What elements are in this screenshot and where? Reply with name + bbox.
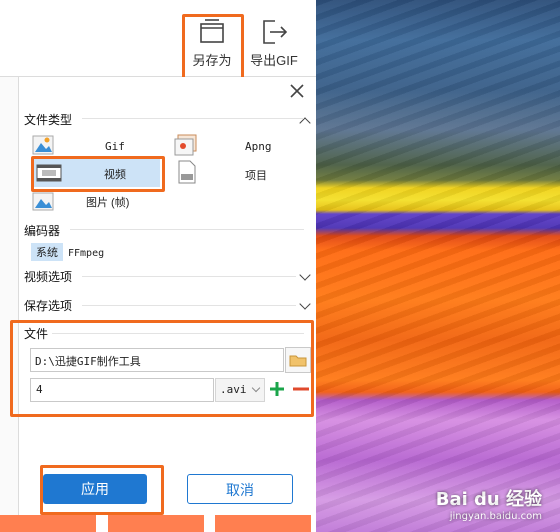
apply-highlight: [40, 465, 164, 515]
encoder-ffmpeg-label: FFmpeg: [68, 248, 105, 259]
file-type-apng-label: Apng: [245, 140, 272, 153]
cancel-button[interactable]: 取消: [187, 474, 293, 504]
plus-icon: [270, 382, 284, 396]
file-type-project-label: 项目: [245, 170, 267, 182]
file-title: 文件: [24, 327, 49, 341]
file-type-gif-label: Gif: [105, 140, 125, 153]
thumbnail[interactable]: [215, 515, 311, 532]
file-type-title: 文件类型: [24, 113, 73, 127]
extension-select[interactable]: .avi: [215, 378, 265, 402]
background-photo: Bai du 经验 jingyan.baidu.com: [316, 0, 560, 532]
export-gif-button[interactable]: 导出GIF: [246, 18, 302, 76]
file-type-apng[interactable]: Apng: [174, 134, 294, 158]
image-stack-icon: [174, 134, 197, 156]
close-button[interactable]: [288, 82, 306, 100]
encoder-ffmpeg[interactable]: FFmpeg: [68, 243, 112, 261]
divider: [52, 333, 304, 334]
path-input-value: D:\迅捷GIF制作工具: [35, 355, 141, 368]
encoder-system-label: 系统: [36, 247, 58, 259]
extension-select-value: .avi: [220, 383, 247, 396]
export-gif-label: 导出GIF: [250, 53, 298, 68]
chevron-down-icon: [251, 383, 261, 393]
add-button[interactable]: [268, 380, 286, 398]
browse-folder-button[interactable]: [285, 347, 311, 373]
export-icon: [263, 20, 288, 44]
encoder-system[interactable]: 系统: [31, 243, 63, 261]
close-icon: [290, 84, 304, 98]
path-input[interactable]: D:\迅捷GIF制作工具: [30, 348, 284, 372]
file-type-project[interactable]: 项目: [174, 160, 294, 186]
file-type-image-frames-label: 图片 (帧): [86, 197, 130, 209]
save-as-highlight: [182, 14, 244, 80]
divider: [82, 276, 296, 277]
divider: [82, 305, 296, 306]
watermark-url: jingyan.baidu.com: [449, 511, 542, 522]
thumbnail[interactable]: [0, 515, 96, 532]
top-toolbar: 另存为 导出GIF: [0, 0, 316, 80]
file-type-gif[interactable]: Gif: [30, 134, 160, 158]
watermark-brand: Bai du 经验: [435, 489, 542, 510]
encoder-title: 编码器: [24, 224, 61, 238]
cancel-button-label: 取消: [226, 482, 254, 498]
watermark: Bai du 经验 jingyan.baidu.com: [436, 485, 542, 522]
image-icon: [32, 135, 54, 155]
video-options-title[interactable]: 视频选项: [24, 268, 72, 285]
document-icon: [178, 160, 196, 184]
filename-input-value: 4: [36, 383, 43, 396]
filename-input[interactable]: 4: [30, 378, 214, 402]
save-options-title[interactable]: 保存选项: [24, 297, 72, 314]
video-highlight: [31, 156, 165, 192]
divider: [70, 229, 304, 230]
landscape-icon: [32, 192, 54, 211]
thumbnail[interactable]: [108, 515, 204, 532]
minus-icon: [293, 387, 309, 391]
divider: [82, 118, 304, 119]
left-strip: [0, 77, 19, 517]
remove-button[interactable]: [292, 380, 310, 398]
file-type-image-frames[interactable]: 图片 (帧): [30, 190, 180, 214]
folder-icon: [289, 355, 307, 367]
